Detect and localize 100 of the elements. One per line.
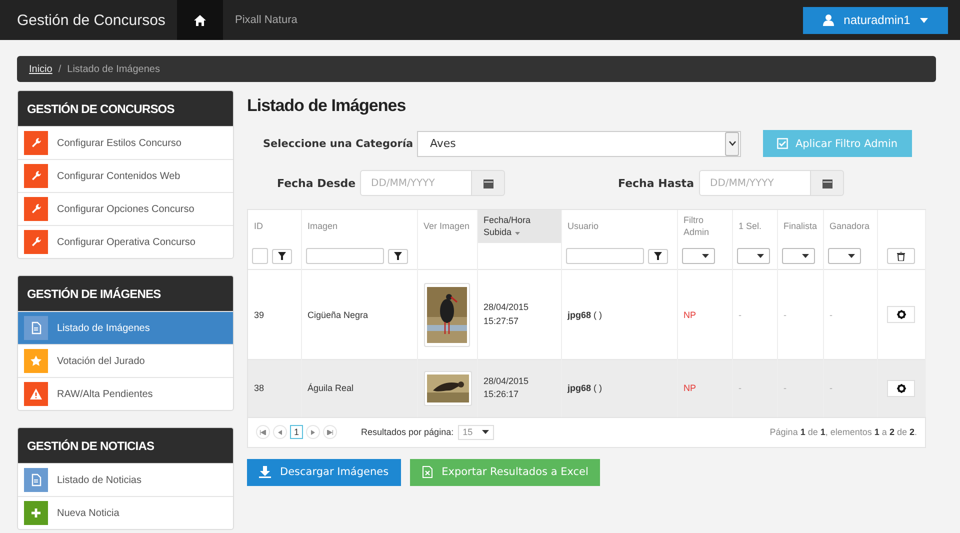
calendar-icon (482, 178, 494, 188)
spreadsheet-icon (422, 466, 433, 478)
column-header[interactable]: Usuario (561, 210, 677, 243)
settings-button[interactable] (887, 306, 915, 323)
page-size-select[interactable]: 15 (458, 424, 494, 440)
filter-button[interactable] (272, 248, 292, 264)
page-size-label: Resultados por página: (361, 427, 454, 437)
panel-title: GESTIÓN DE CONCURSOS (18, 91, 233, 126)
table-cell: - (784, 383, 786, 394)
table-cell: - (830, 310, 832, 320)
sidebar-item[interactable]: Configurar Opciones Concurso (18, 192, 233, 225)
plus-icon (29, 506, 43, 520)
date-field[interactable]: DD/MM/YYYY (699, 170, 811, 196)
column-header[interactable]: Ver Imagen (417, 210, 477, 243)
table-cell: Águila Real (308, 383, 354, 394)
next-icon (311, 430, 316, 434)
filter-dropdown[interactable] (682, 248, 714, 264)
table-cell: 28/04/2015 15:26:17 (484, 376, 529, 400)
app-title[interactable]: Gestión de Concursos (0, 12, 177, 28)
checkbox-icon (777, 138, 788, 149)
field-label: Seleccione una Categoría (263, 138, 414, 150)
sidebar-item[interactable]: Listado de Imágenes (18, 311, 233, 344)
table-cell: 38 (254, 383, 264, 394)
last-page-button[interactable] (323, 425, 338, 439)
filter-dropdown[interactable] (828, 248, 860, 264)
table-cell: jpg68 ( ) (568, 383, 602, 394)
sidebar-item[interactable]: Listado de Noticias (18, 463, 233, 496)
filter-button[interactable] (388, 248, 408, 264)
gear-icon (896, 310, 906, 319)
caret-icon (756, 254, 764, 258)
star-icon (29, 354, 43, 368)
file-icon (29, 321, 43, 335)
sidebar-item[interactable]: Votación del Jurado (18, 344, 233, 377)
calendar-button[interactable] (811, 170, 844, 196)
table-cell: - (738, 310, 742, 320)
user-icon (822, 14, 834, 26)
sidebar-item[interactable]: Nueva Noticia (18, 496, 233, 529)
table-cell: Cigüeña Negra (308, 310, 368, 320)
warning-icon (29, 387, 43, 401)
previous-icon (278, 430, 282, 434)
user-menu-button[interactable]: naturadmin1 (803, 6, 948, 34)
table-cell: - (784, 310, 786, 320)
column-header[interactable]: 1 Sel. (732, 210, 777, 243)
sort-icon (514, 232, 520, 234)
last-page-icon (327, 430, 334, 434)
first-page-button[interactable] (256, 425, 270, 439)
checkbox[interactable] (252, 248, 268, 264)
breadcrumb-separator: / (58, 64, 62, 74)
previous-page-button[interactable] (273, 425, 287, 439)
table-cell: - (830, 383, 832, 394)
sidebar-item[interactable]: Configurar Operativa Concurso (18, 225, 233, 258)
table-row[interactable]: 39 Cigüeña Negra 28/04/2015 15:27:57 jpg68 ( ) NP - - - (248, 270, 925, 360)
category-select[interactable]: Aves (417, 130, 741, 156)
file-icon (29, 473, 43, 487)
home-button[interactable] (177, 0, 223, 40)
breadcrumb-link[interactable]: Inicio (29, 64, 52, 74)
column-header[interactable]: Imagen (301, 210, 417, 243)
filter-dropdown[interactable] (782, 248, 814, 264)
pagination-summary: Página 1 de 1, elementos 1 a 2 de 2. (770, 427, 917, 437)
status-text: NP (684, 383, 696, 394)
current-page[interactable]: 1 (290, 425, 304, 439)
filter-button[interactable] (648, 248, 668, 264)
home-icon (194, 14, 206, 26)
column-header[interactable]: Ganadora (823, 210, 877, 243)
table-cell: 28/04/2015 15:27:57 (484, 302, 529, 326)
calendar-button[interactable] (472, 170, 505, 196)
settings-button[interactable] (887, 380, 915, 397)
column-header[interactable]: Filtro Admin (677, 210, 732, 243)
status-text: NP (684, 310, 696, 320)
caret-icon (702, 254, 708, 258)
table-row[interactable]: 38 Águila Real 28/04/2015 15:26:17 jpg68 ( ) NP - - - (248, 360, 925, 416)
column-header[interactable]: Fecha/Hora Subida (477, 210, 561, 243)
panel-title: GESTIÓN DE NOTICIAS (18, 428, 233, 463)
page-title: Listado de Imágenes (247, 96, 407, 117)
chevron-down-icon (728, 141, 736, 146)
filter-field[interactable] (306, 248, 384, 264)
table-cell: jpg68 ( ) (568, 310, 602, 320)
caret-icon (802, 254, 808, 258)
download-icon (259, 466, 271, 478)
column-header[interactable]: ID (248, 210, 301, 243)
table-cell: 39 (254, 310, 264, 320)
delete-button[interactable] (887, 248, 915, 264)
next-page-button[interactable] (306, 425, 320, 439)
filter-icon (654, 252, 662, 260)
nav-link[interactable]: Pixall Natura (235, 14, 298, 26)
download-button[interactable]: Descargar Imágenes (247, 458, 401, 486)
column-header[interactable]: Finalista (777, 210, 823, 243)
table-cell: - (738, 383, 742, 394)
sidebar-item[interactable]: Configurar Contenidos Web (18, 159, 233, 192)
caret-icon (848, 254, 854, 258)
caret-icon (920, 18, 928, 22)
breadcrumb-current: Listado de Imágenes (67, 64, 160, 74)
panel-title: GESTIÓN DE IMÁGENES (18, 276, 233, 311)
sidebar-item[interactable]: RAW/Alta Pendientes (18, 377, 233, 410)
date-field[interactable]: DD/MM/YYYY (360, 170, 472, 196)
sidebar-item[interactable]: Configurar Estilos Concurso (18, 126, 233, 159)
filter-icon (394, 252, 402, 260)
field-label: Fecha Hasta (618, 176, 695, 190)
filter-field[interactable] (566, 248, 644, 264)
filter-dropdown[interactable] (736, 248, 770, 264)
